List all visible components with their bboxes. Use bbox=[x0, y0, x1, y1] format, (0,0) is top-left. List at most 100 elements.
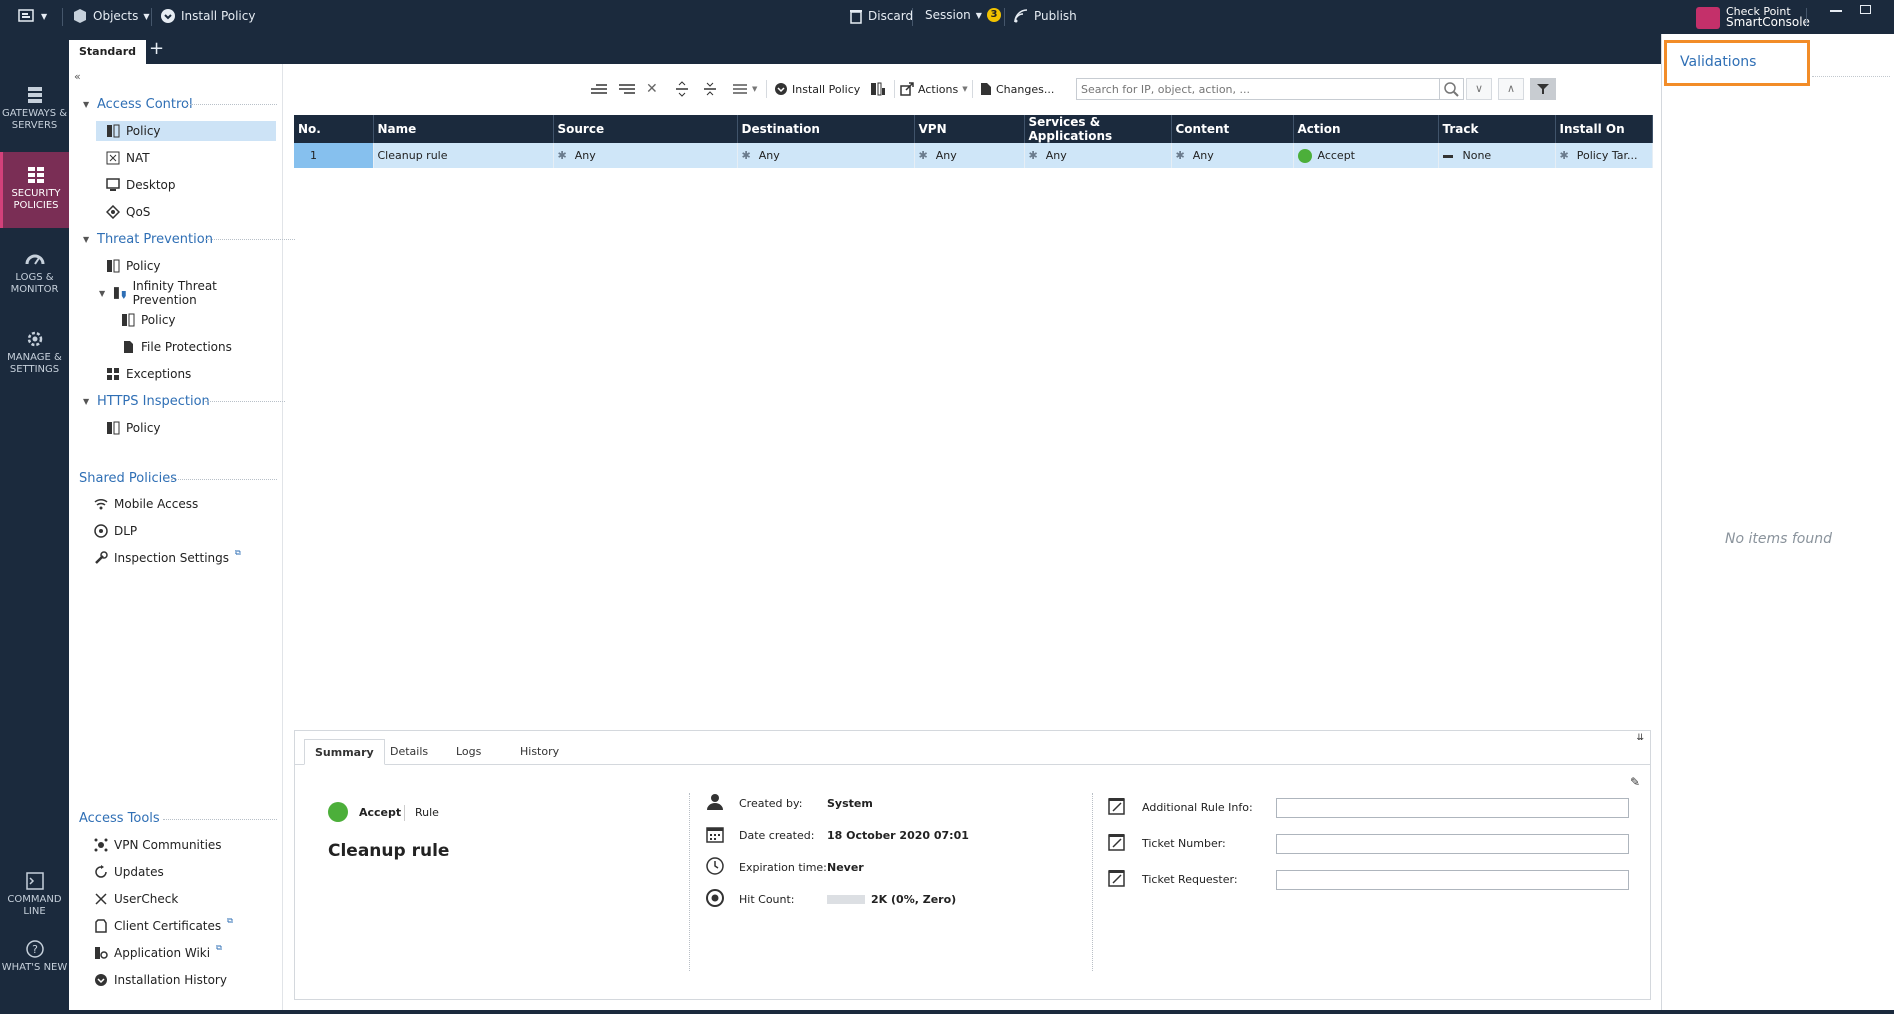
rule-track-cell[interactable]: None bbox=[1438, 143, 1556, 168]
validations-title[interactable]: Validations bbox=[1664, 40, 1810, 86]
column-header-content[interactable]: Content bbox=[1171, 115, 1294, 143]
collapse-icon bbox=[704, 82, 716, 96]
tree-https-inspection[interactable]: ▼ HTTPS Inspection bbox=[83, 391, 210, 411]
nav-gateways-servers[interactable]: GATEWAYS & SERVERS bbox=[0, 86, 69, 132]
tree-exceptions[interactable]: Exceptions bbox=[106, 364, 191, 384]
tab-history[interactable]: History bbox=[510, 739, 569, 765]
column-header-install-on[interactable]: Install On bbox=[1555, 115, 1653, 143]
column-header-action[interactable]: Action bbox=[1293, 115, 1439, 143]
nav-security-policies[interactable]: SECURITY POLICIES bbox=[0, 152, 69, 228]
nav-logs-monitor[interactable]: LOGS & MONITOR bbox=[0, 250, 69, 296]
tree-infinity-policy[interactable]: Policy bbox=[121, 310, 176, 330]
rule-source-cell[interactable]: ✱ Any bbox=[553, 143, 738, 168]
certificate-icon bbox=[95, 919, 107, 933]
tree-updates[interactable]: Updates bbox=[94, 862, 164, 882]
main-menu-button[interactable]: ▼ bbox=[18, 8, 47, 24]
tree-inspection-settings[interactable]: Inspection Settings ⧉ bbox=[94, 548, 241, 568]
tree-threat-prevention[interactable]: ▼ Threat Prevention bbox=[83, 229, 213, 249]
actions-menu-button[interactable]: Actions ▼ bbox=[900, 79, 968, 99]
tree-infinity-policy-label: Policy bbox=[141, 313, 176, 327]
delete-rule-button[interactable]: ✕ bbox=[646, 79, 658, 99]
rule-number-cell[interactable]: 1 bbox=[294, 143, 374, 168]
column-header-vpn[interactable]: VPN bbox=[914, 115, 1025, 143]
tab-summary[interactable]: Summary bbox=[304, 739, 385, 765]
tree-threat-policy[interactable]: Policy bbox=[106, 256, 161, 276]
nav-manage-settings[interactable]: MANAGE & SETTINGS bbox=[0, 330, 69, 376]
rule-services-cell[interactable]: ✱ Any bbox=[1024, 143, 1172, 168]
tab-details[interactable]: Details bbox=[380, 739, 438, 765]
session-menu-button[interactable]: Session ▼ 3 bbox=[925, 8, 1001, 22]
nav-whatsnew-label: WHAT'S NEW bbox=[1, 962, 68, 973]
tree-https-policy[interactable]: Policy bbox=[106, 418, 161, 438]
column-header-services[interactable]: Services & Applications bbox=[1024, 115, 1172, 143]
collapse-sections-button[interactable] bbox=[702, 79, 718, 99]
tree-dlp[interactable]: DLP bbox=[94, 521, 137, 541]
tree-usercheck[interactable]: UserCheck bbox=[94, 889, 178, 909]
rule-action-cell[interactable]: Accept bbox=[1293, 143, 1439, 168]
created-by-label: Created by: bbox=[739, 797, 803, 810]
column-header-name[interactable]: Name bbox=[373, 115, 554, 143]
rule-name-cell[interactable]: Cleanup rule bbox=[373, 143, 554, 168]
edit-icon[interactable]: ✎ bbox=[1630, 775, 1640, 789]
minimize-button[interactable] bbox=[1830, 10, 1842, 12]
rule-destination-cell[interactable]: ✱ Any bbox=[737, 143, 915, 168]
tree-desktop[interactable]: Desktop bbox=[106, 175, 176, 195]
rule-content-cell[interactable]: ✱ Any bbox=[1171, 143, 1294, 168]
tree-qos[interactable]: QoS bbox=[106, 202, 150, 222]
next-match-button[interactable]: ∨ bbox=[1466, 78, 1492, 100]
chevron-up-icon: ∧ bbox=[1506, 82, 1516, 95]
previous-match-button[interactable]: ∧ bbox=[1498, 78, 1524, 100]
add-rule-above-button[interactable] bbox=[590, 79, 608, 99]
tree-installation-history[interactable]: Installation History bbox=[94, 970, 227, 990]
tree-client-certificates[interactable]: Client Certificates ⧉ bbox=[94, 916, 233, 936]
server-icon bbox=[27, 87, 42, 103]
column-header-no[interactable]: No. bbox=[294, 115, 374, 143]
install-policy-top-button[interactable]: Install Policy bbox=[160, 8, 255, 24]
rulebase-search-input[interactable] bbox=[1076, 78, 1440, 100]
policy-package-icon bbox=[871, 82, 885, 96]
column-header-track[interactable]: Track bbox=[1438, 115, 1556, 143]
rule-install-on-cell[interactable]: ✱ Policy Tar... bbox=[1555, 143, 1653, 168]
policy-package-button[interactable] bbox=[870, 79, 886, 99]
ticket-number-field[interactable] bbox=[1276, 834, 1629, 854]
add-rule-below-button[interactable] bbox=[618, 79, 636, 99]
tree-access-control[interactable]: ▼ Access Control bbox=[83, 94, 193, 114]
tree-application-wiki[interactable]: Application Wiki ⧉ bbox=[94, 943, 222, 963]
publish-button[interactable]: Publish bbox=[1013, 8, 1077, 24]
objects-menu-button[interactable]: Objects ▼ bbox=[72, 8, 150, 24]
changes-button[interactable]: Changes... bbox=[980, 79, 1054, 99]
view-options-button[interactable]: ▼ bbox=[732, 79, 757, 99]
rule-install-on-value: Policy Tar... bbox=[1576, 149, 1638, 162]
column-header-source[interactable]: Source bbox=[553, 115, 738, 143]
install-policy-button[interactable]: Install Policy bbox=[774, 79, 860, 99]
tree-file-protections-label: File Protections bbox=[141, 340, 232, 354]
collapse-pane-icon[interactable]: ⇊ bbox=[1636, 733, 1644, 743]
any-icon: ✱ bbox=[1559, 149, 1569, 162]
search-button[interactable] bbox=[1440, 78, 1464, 100]
add-tab-button[interactable]: + bbox=[149, 38, 164, 59]
tree-mobile-access[interactable]: Mobile Access bbox=[94, 494, 198, 514]
nav-whats-new[interactable]: ? WHAT'S NEW bbox=[0, 940, 69, 974]
tree-access-policy[interactable]: Policy bbox=[96, 121, 276, 141]
discard-button[interactable]: Discard bbox=[849, 8, 913, 24]
any-icon: ✱ bbox=[918, 149, 928, 162]
restore-button[interactable] bbox=[1860, 5, 1871, 14]
tab-standard[interactable]: Standard bbox=[69, 40, 147, 64]
table-row[interactable]: 1 Cleanup rule ✱ Any ✱ Any ✱ Any ✱ Any ✱ Any … bbox=[294, 143, 1653, 168]
additional-rule-info-field[interactable] bbox=[1276, 798, 1629, 818]
filter-button[interactable] bbox=[1530, 78, 1556, 100]
tree-nat[interactable]: NAT bbox=[106, 148, 150, 168]
tab-logs[interactable]: Logs bbox=[446, 739, 491, 765]
tree-mobile-access-label: Mobile Access bbox=[114, 497, 199, 511]
tree-infinity-threat-prevention[interactable]: ▼ Infinity Threat Prevention bbox=[99, 279, 282, 307]
rule-vpn-cell[interactable]: ✱ Any bbox=[914, 143, 1025, 168]
expand-sections-button[interactable] bbox=[674, 79, 690, 99]
external-link-icon: ⧉ bbox=[216, 943, 222, 952]
tree-vpn-communities[interactable]: VPN Communities bbox=[94, 835, 222, 855]
svg-text:?: ? bbox=[32, 943, 38, 956]
ticket-requester-field[interactable] bbox=[1276, 870, 1629, 890]
column-header-destination[interactable]: Destination bbox=[737, 115, 915, 143]
collapse-tree-button[interactable]: « bbox=[74, 66, 81, 86]
nav-command-line[interactable]: COMMAND LINE bbox=[0, 872, 69, 918]
tree-file-protections[interactable]: File Protections bbox=[121, 337, 232, 357]
